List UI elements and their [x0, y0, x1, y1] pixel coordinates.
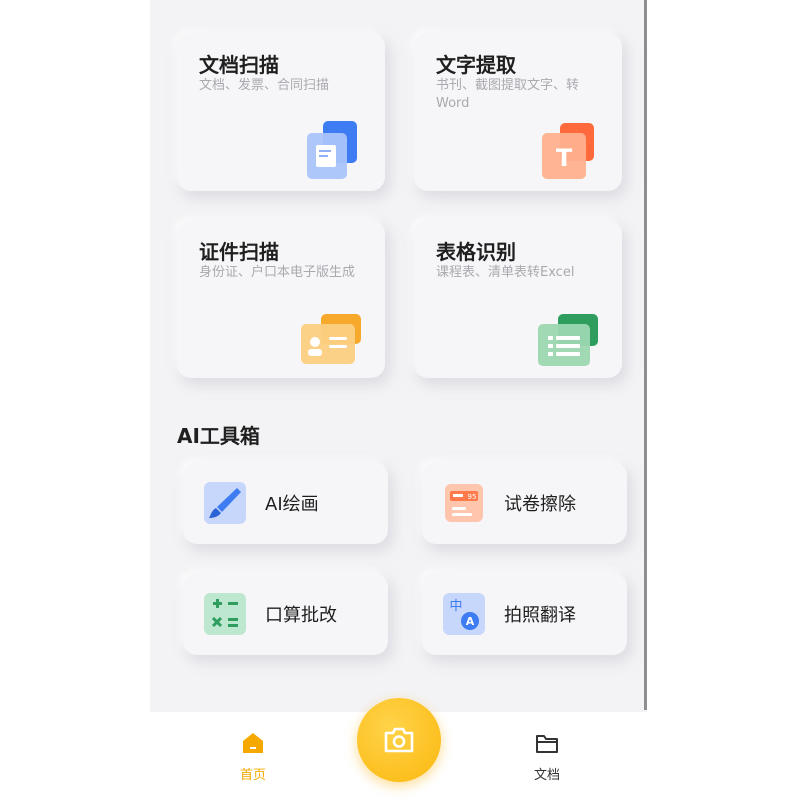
card-subtitle: 课程表、清单表转Excel — [436, 265, 575, 280]
card-document-scan[interactable]: 文档扫描 文档、发票、合同扫描 — [177, 33, 385, 191]
paintbrush-icon — [204, 482, 246, 524]
card-subtitle: 文档、发票、合同扫描 — [199, 78, 330, 93]
card-subtitle: 身份证、户口本电子版生成 — [199, 265, 356, 280]
card-table-recognize[interactable]: 表格识别 课程表、清单表转Excel — [414, 220, 622, 378]
table-icon — [538, 314, 598, 366]
translate-icon: 中 A — [443, 593, 485, 635]
svg-text:95: 95 — [468, 493, 477, 501]
tool-label: 拍照翻译 — [504, 605, 576, 626]
id-card-icon — [301, 314, 361, 364]
tab-label: 文档 — [533, 768, 560, 783]
tab-home[interactable]: 首页 — [223, 730, 283, 783]
section-title-ai-toolbox: AI工具箱 — [177, 424, 260, 448]
document-icon — [307, 121, 357, 179]
calculator-icon — [204, 593, 246, 635]
card-text-extract[interactable]: 文字提取 书刊、截图提取文字、转Word T — [414, 33, 622, 191]
home-icon — [243, 733, 263, 753]
svg-text:T: T — [556, 144, 573, 172]
exam-paper-icon: 95 — [445, 484, 483, 522]
text-extract-icon: T — [542, 123, 594, 179]
card-subtitle: 书刊、截图提取文字、转Word — [436, 78, 580, 111]
tool-photo-translate[interactable]: 中 A 拍照翻译 — [422, 573, 627, 655]
tool-mental-math[interactable]: 口算批改 — [183, 573, 388, 655]
camera-button[interactable] — [357, 698, 441, 782]
svg-text:中: 中 — [449, 599, 462, 614]
tool-label: AI绘画 — [265, 494, 319, 515]
card-title: 文字提取 — [436, 53, 516, 77]
card-title: 表格识别 — [436, 240, 516, 264]
screen-edge-divider — [644, 0, 647, 710]
svg-text:A: A — [466, 615, 475, 628]
tool-ai-drawing[interactable]: AI绘画 — [183, 462, 388, 544]
tool-label: 口算批改 — [265, 605, 337, 626]
app-screen: 文档扫描 文档、发票、合同扫描 文字提取 书刊、截图提取文字、转Word T 证… — [150, 0, 647, 800]
tool-label: 试卷擦除 — [504, 494, 576, 515]
card-id-scan[interactable]: 证件扫描 身份证、户口本电子版生成 — [177, 220, 385, 378]
folder-icon — [536, 735, 558, 753]
camera-icon — [384, 727, 414, 753]
tab-label: 首页 — [239, 768, 266, 783]
card-title: 文档扫描 — [199, 53, 279, 77]
tab-documents[interactable]: 文档 — [517, 730, 577, 783]
card-title: 证件扫描 — [199, 240, 279, 264]
tool-exam-erase[interactable]: 95 试卷擦除 — [422, 462, 627, 544]
